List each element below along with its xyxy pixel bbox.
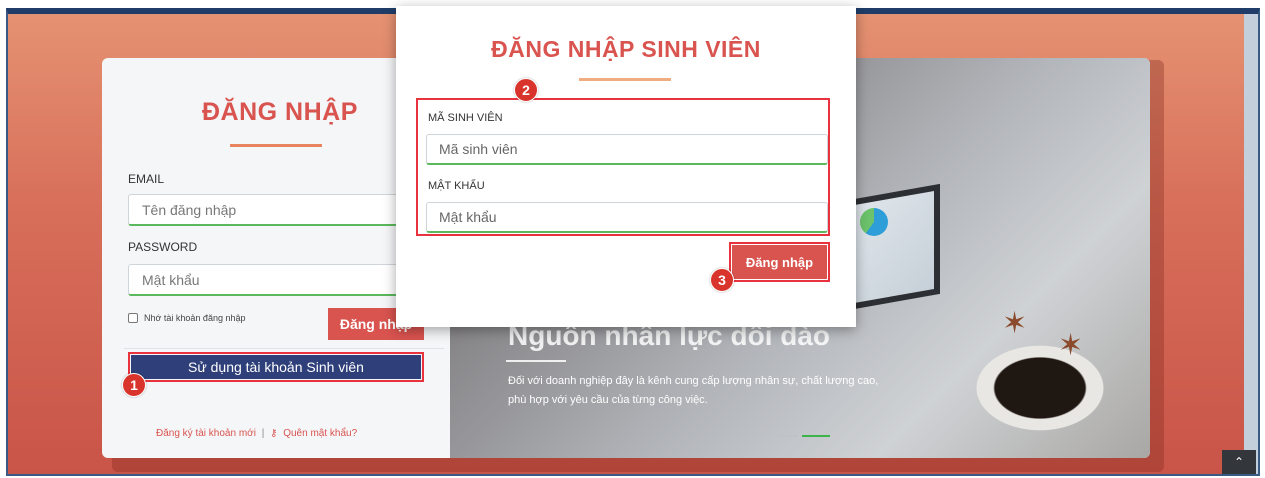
cookie-icon: ✶ bbox=[1058, 329, 1084, 362]
modal-password-field[interactable]: Mật khẩu bbox=[426, 202, 828, 233]
footer-links: Đăng ký tài khoản mới | ⚷ Quên mật khẩu? bbox=[156, 428, 357, 439]
chevron-up-icon: ⌃ bbox=[1233, 455, 1245, 469]
fields-highlight: MÃ SINH VIÊN Mã sinh viên MẬT KHẨU Mật k… bbox=[416, 98, 830, 236]
remember-me[interactable]: Nhớ tài khoản đăng nhập bbox=[128, 313, 245, 323]
key-icon: ⚷ bbox=[270, 428, 278, 439]
cookie-icon: ✶ bbox=[1002, 307, 1028, 340]
modal-password-label: MẬT KHẨU bbox=[428, 180, 485, 192]
password-field[interactable]: Mật khẩu bbox=[128, 264, 398, 296]
carousel-dot[interactable] bbox=[770, 435, 798, 437]
student-login-modal: ĐĂNG NHẬP SINH VIÊN MÃ SINH VIÊN Mã sinh… bbox=[396, 6, 856, 327]
scrollbar-track[interactable] bbox=[1244, 14, 1258, 474]
password-label: PASSWORD bbox=[128, 240, 198, 254]
remember-label: Nhớ tài khoản đăng nhập bbox=[144, 313, 246, 323]
modal-title: ĐĂNG NHẬP SINH VIÊN bbox=[491, 36, 761, 62]
modal-login-highlight: Đăng nhập bbox=[729, 242, 830, 282]
scroll-to-top-button[interactable]: ⌃ bbox=[1222, 450, 1256, 474]
modal-login-button[interactable]: Đăng nhập bbox=[732, 245, 827, 279]
student-id-field[interactable]: Mã sinh viên bbox=[426, 134, 828, 165]
divider bbox=[124, 348, 444, 349]
carousel-indicators bbox=[770, 435, 830, 437]
student-account-button[interactable]: Sử dụng tài khoản Sinh viên bbox=[131, 355, 421, 379]
register-link[interactable]: Đăng ký tài khoản mới bbox=[156, 428, 256, 439]
title-underline bbox=[230, 144, 322, 147]
student-id-label: MÃ SINH VIÊN bbox=[428, 112, 503, 124]
step-badge-2: 2 bbox=[514, 78, 538, 102]
student-button-highlight: Sử dụng tài khoản Sinh viên bbox=[128, 352, 424, 382]
step-badge-1: 1 bbox=[122, 373, 146, 397]
pie-chart-graphic bbox=[860, 208, 888, 236]
step-badge-3: 3 bbox=[710, 268, 734, 292]
email-field[interactable]: Tên đăng nhập bbox=[128, 194, 398, 226]
login-title: ĐĂNG NHẬP bbox=[202, 98, 358, 126]
carousel-dot-active[interactable] bbox=[802, 435, 830, 437]
slide-underline bbox=[506, 360, 566, 362]
slide-text: Đối với doanh nghiệp đây là kênh cung cấ… bbox=[508, 375, 879, 406]
link-separator: | bbox=[261, 428, 265, 439]
email-label: EMAIL bbox=[128, 172, 165, 186]
modal-title-underline bbox=[579, 78, 671, 81]
forgot-password-link[interactable]: Quên mật khẩu? bbox=[283, 428, 357, 439]
remember-checkbox[interactable] bbox=[128, 313, 138, 323]
